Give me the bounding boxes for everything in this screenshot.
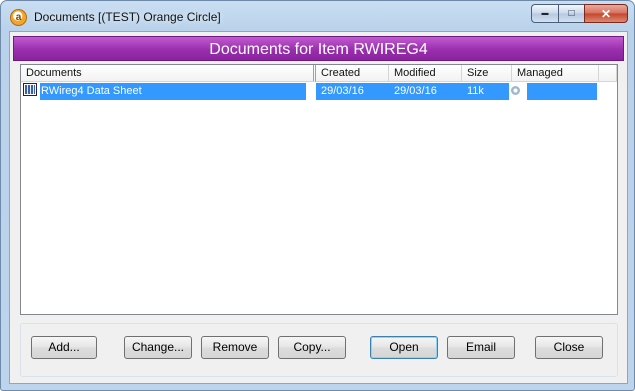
managed-fill-cell — [527, 83, 597, 100]
column-header-created[interactable]: Created — [316, 65, 389, 82]
column-header-managed[interactable]: Managed — [512, 65, 599, 82]
column-header-filler — [599, 65, 617, 82]
change-button[interactable]: Change... — [124, 336, 192, 359]
documents-window: a Documents [(TEST) Orange Circle] ▬ □ ✕… — [0, 0, 635, 391]
document-icon — [23, 83, 37, 96]
button-panel: Add... Change... Remove Copy... Open Ema… — [20, 323, 618, 377]
add-button[interactable]: Add... — [31, 336, 97, 359]
maximize-button[interactable]: □ — [558, 4, 584, 23]
column-header-documents[interactable]: Documents — [21, 65, 316, 82]
modified-cell: 29/03/16 — [389, 83, 462, 100]
close-window-button[interactable]: ✕ — [584, 4, 628, 23]
managed-status-icon — [511, 86, 520, 95]
app-logo-icon: a — [10, 9, 27, 26]
copy-button[interactable]: Copy... — [278, 336, 346, 359]
close-icon: ✕ — [600, 6, 612, 21]
size-cell: 11k — [462, 83, 509, 100]
remove-button[interactable]: Remove — [201, 336, 269, 359]
cell-gap — [306, 83, 316, 100]
documents-header-banner: Documents for Item RWIREG4 — [13, 36, 624, 61]
minimize-icon: ▬ — [541, 10, 549, 17]
documents-list[interactable]: Documents Created Modified Size Managed … — [20, 64, 618, 315]
window-title: Documents [(TEST) Orange Circle] — [34, 10, 221, 24]
column-header-size[interactable]: Size — [462, 65, 512, 82]
table-row[interactable]: RWireg4 Data Sheet 29/03/16 29/03/16 11k — [22, 83, 597, 100]
close-button[interactable]: Close — [535, 336, 603, 359]
maximize-icon: □ — [568, 8, 575, 19]
dialog-client-area: Documents for Item RWIREG4 Documents Cre… — [9, 31, 628, 384]
caption-buttons: ▬ □ ✕ — [531, 4, 628, 24]
minimize-button[interactable]: ▬ — [531, 4, 558, 23]
row-icon-cell — [22, 83, 40, 100]
document-name-cell[interactable]: RWireg4 Data Sheet — [40, 83, 306, 100]
open-button[interactable]: Open — [370, 336, 438, 359]
created-cell: 29/03/16 — [316, 83, 389, 100]
email-button[interactable]: Email — [447, 336, 515, 359]
column-header-modified[interactable]: Modified — [389, 65, 462, 82]
list-header: Documents Created Modified Size Managed — [21, 65, 617, 82]
title-bar[interactable]: a Documents [(TEST) Orange Circle] ▬ □ ✕ — [1, 1, 634, 33]
managed-cell — [509, 83, 527, 100]
